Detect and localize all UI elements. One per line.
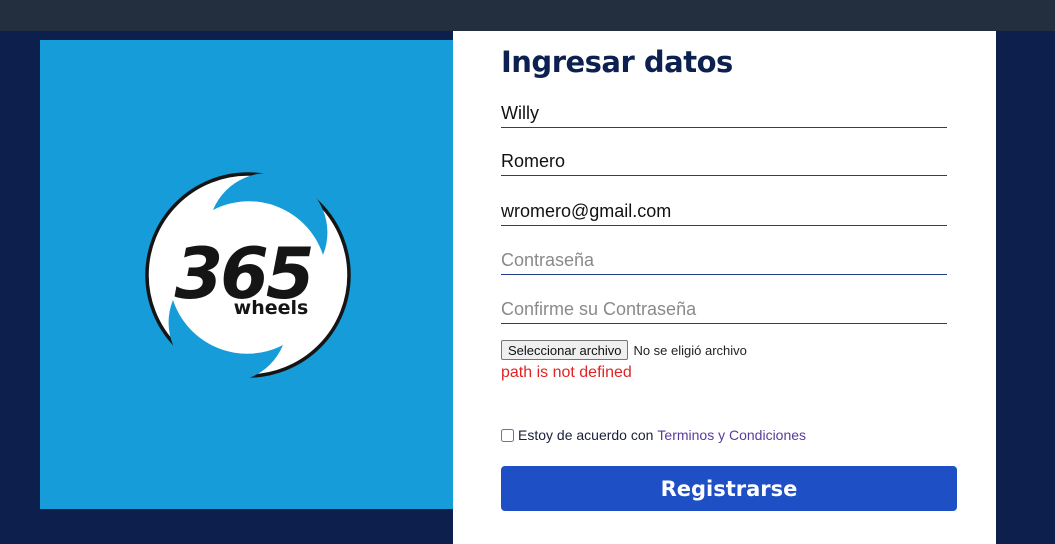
- terms-checkbox[interactable]: [501, 428, 514, 442]
- terms-row: Estoy de acuerdo con Terminos y Condicio…: [501, 427, 806, 443]
- file-upload: Seleccionar archivo No se eligió archivo: [501, 340, 747, 360]
- first-name-field[interactable]: [501, 99, 947, 128]
- password-field[interactable]: [501, 246, 947, 275]
- logo-panel: 365 wheels: [40, 40, 453, 509]
- confirm-password-field[interactable]: [501, 295, 947, 324]
- last-name-field[interactable]: [501, 147, 947, 176]
- 365-wheels-logo-icon: 365 wheels: [145, 172, 351, 380]
- registration-form: Ingresar datos Seleccionar archivo No se…: [453, 31, 996, 544]
- terms-link[interactable]: Terminos y Condiciones: [657, 427, 806, 443]
- email-field[interactable]: [501, 197, 947, 226]
- file-status: No se eligió archivo: [633, 342, 747, 358]
- terms-label: Estoy de acuerdo con: [518, 427, 654, 443]
- register-button[interactable]: Registrarse: [501, 466, 957, 511]
- choose-file-button[interactable]: Seleccionar archivo: [501, 340, 629, 360]
- logo-word: wheels: [234, 297, 309, 319]
- top-bar: [0, 0, 1055, 31]
- error-message: path is not defined: [501, 364, 632, 381]
- form-title: Ingresar datos: [501, 45, 733, 79]
